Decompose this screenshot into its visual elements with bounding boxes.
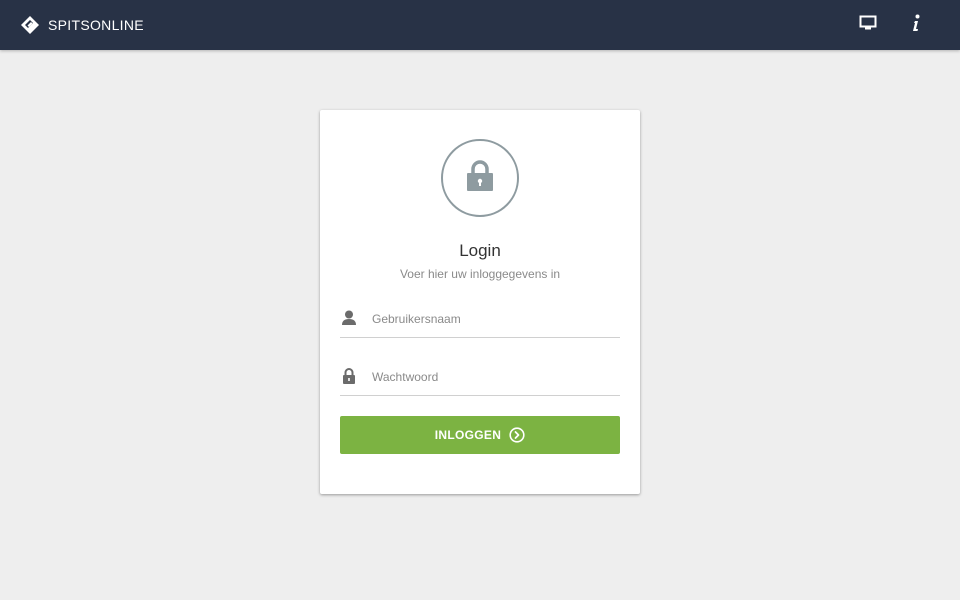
brand[interactable]: SPITSONLINE <box>20 15 144 35</box>
lock-badge <box>441 139 519 217</box>
user-icon <box>342 310 356 326</box>
password-input[interactable] <box>372 359 616 395</box>
login-button[interactable]: INLOGGEN <box>340 416 620 454</box>
brand-name-suffix: ONLINE <box>89 17 144 33</box>
monitor-button[interactable] <box>858 15 878 35</box>
info-icon <box>910 14 922 37</box>
brand-name-prefix: SPITS <box>48 17 90 33</box>
password-field <box>340 359 620 396</box>
monitor-icon <box>859 15 877 36</box>
login-subtitle: Voer hier uw inloggegevens in <box>399 267 561 281</box>
login-button-label: INLOGGEN <box>434 428 502 442</box>
arrow-circle-right-icon <box>509 427 525 443</box>
username-field <box>340 301 620 338</box>
lock-small-icon <box>342 368 356 384</box>
top-navbar: SPITSONLINE <box>0 0 960 50</box>
username-input[interactable] <box>372 301 616 337</box>
lock-icon <box>465 159 495 197</box>
login-title: Login <box>459 241 501 260</box>
brand-name: SPITSONLINE <box>48 15 144 35</box>
login-card: Login Voer hier uw inloggegevens in INLO… <box>320 110 640 494</box>
info-button[interactable] <box>906 14 926 37</box>
spitsonline-logo-icon <box>20 15 40 35</box>
